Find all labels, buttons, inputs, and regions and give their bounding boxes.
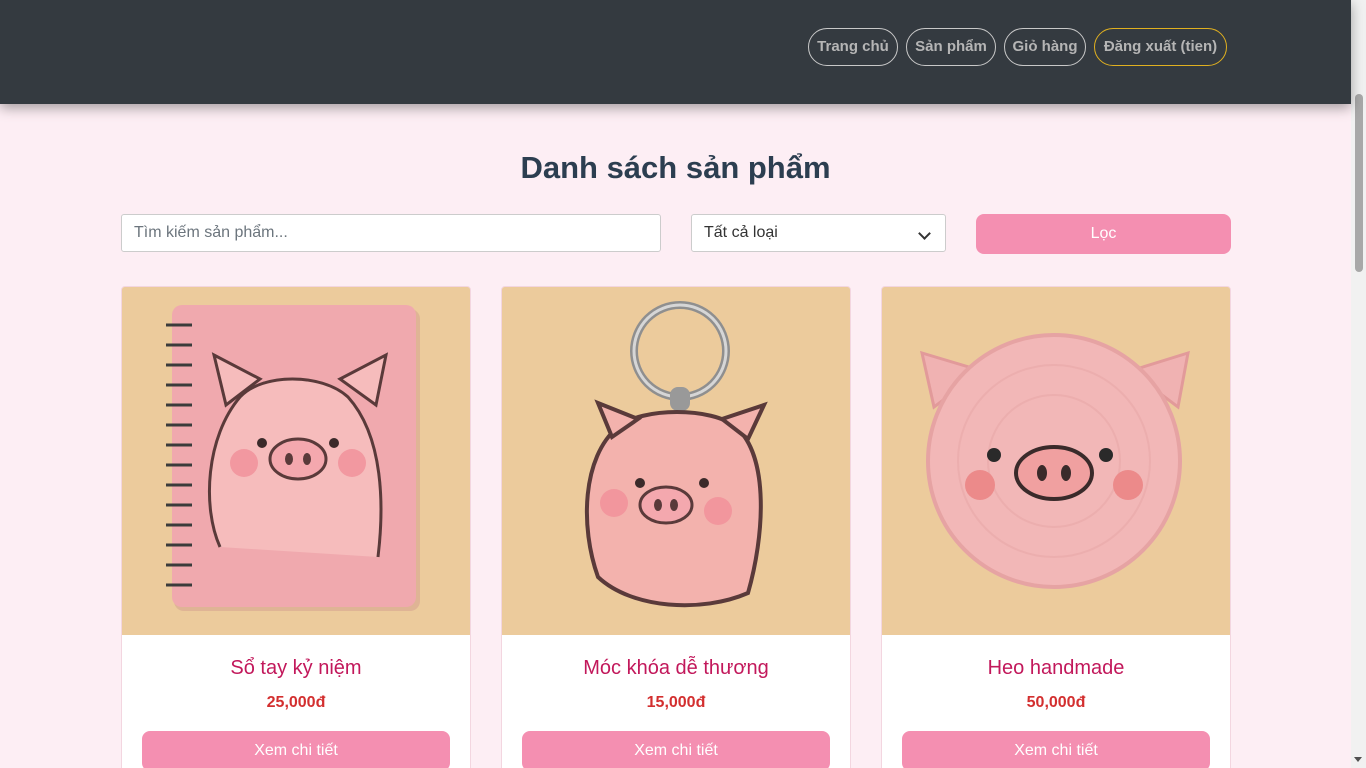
product-price: 50,000đ <box>1026 694 1086 711</box>
scrollbar-thumb[interactable] <box>1355 94 1363 272</box>
product-image-crochet[interactable] <box>882 287 1230 635</box>
product-price: 15,000đ <box>646 694 706 711</box>
page-title: Danh sách sản phẩm <box>520 150 831 185</box>
product-price: 25,000đ <box>266 694 326 711</box>
product-card: Móc khóa dễ thương 15,000đ Xem chi tiết <box>501 286 851 768</box>
nav-cart-button[interactable]: Giỏ hàng <box>1004 28 1086 66</box>
chevron-down-icon <box>918 227 931 240</box>
category-selected-value: Tất cả loại <box>704 224 778 241</box>
pig-keychain-illustration <box>502 287 850 635</box>
nav-logout-button[interactable]: Đăng xuất (tien) <box>1094 28 1227 66</box>
product-name[interactable]: Sổ tay kỷ niệm <box>122 657 470 680</box>
page-scrollbar[interactable] <box>1351 0 1366 768</box>
product-card: Heo handmade 50,000đ Xem chi tiết <box>881 286 1231 768</box>
category-select[interactable]: Tất cả loại <box>691 214 946 252</box>
view-details-button[interactable]: Xem chi tiết <box>902 731 1210 768</box>
product-name[interactable]: Heo handmade <box>882 657 1230 680</box>
product-image-notebook[interactable] <box>122 287 470 635</box>
view-details-button[interactable]: Xem chi tiết <box>522 731 830 768</box>
product-card: Sổ tay kỷ niệm 25,000đ Xem chi tiết <box>121 286 471 768</box>
nav-home-button[interactable]: Trang chủ <box>808 28 898 66</box>
pig-crochet-illustration <box>882 287 1230 635</box>
product-image-keychain[interactable] <box>502 287 850 635</box>
search-input[interactable] <box>121 214 661 252</box>
scroll-down-arrow-icon[interactable] <box>1354 757 1362 762</box>
nav-products-button[interactable]: Sản phẩm <box>906 28 996 66</box>
view-details-button[interactable]: Xem chi tiết <box>142 731 450 768</box>
pig-notebook-illustration <box>122 287 470 635</box>
top-navbar: Trang chủ Sản phẩm Giỏ hàng Đăng xuất (t… <box>0 0 1351 104</box>
filter-button[interactable]: Lọc <box>976 214 1231 254</box>
product-name[interactable]: Móc khóa dễ thương <box>502 657 850 680</box>
